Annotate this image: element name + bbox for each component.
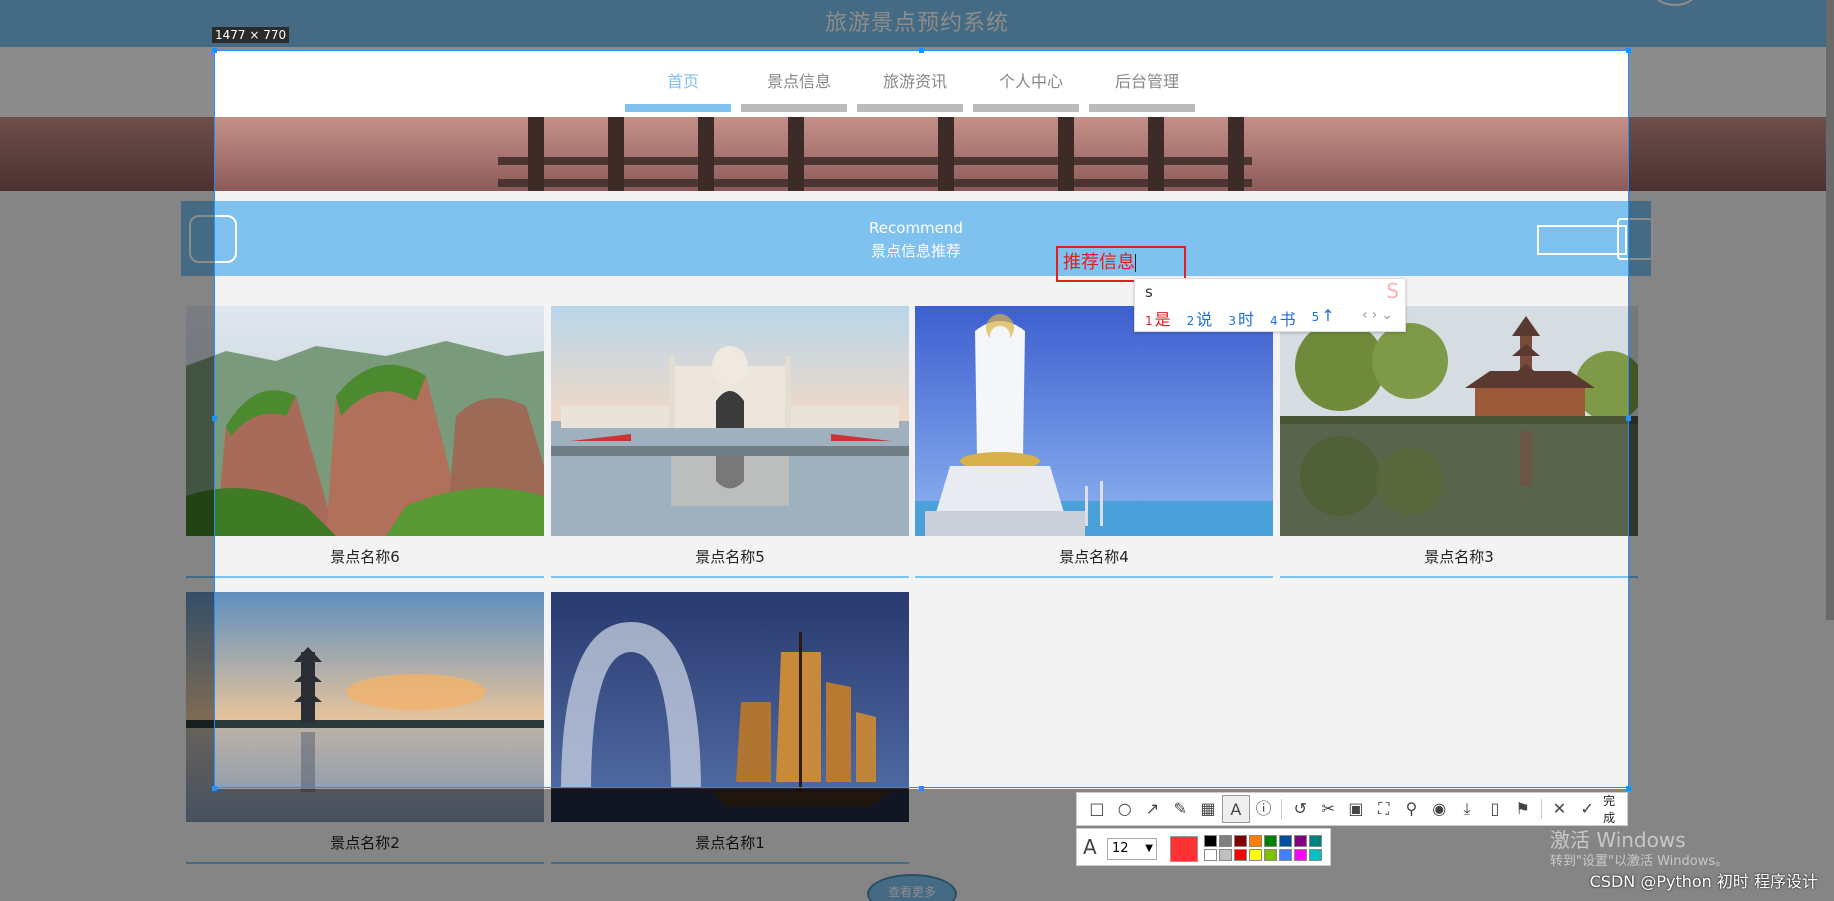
download-icon[interactable]: ⤓ <box>1453 795 1481 823</box>
resize-handle-se[interactable] <box>1626 786 1631 791</box>
resize-handle-n[interactable] <box>919 48 924 53</box>
ime-candidate[interactable]: 1是 <box>1145 306 1171 330</box>
color-swatch[interactable] <box>1234 835 1247 847</box>
text-caret <box>1135 254 1136 272</box>
resize-handle-e[interactable] <box>1626 416 1631 421</box>
serial-number-icon[interactable]: ⓘ <box>1250 795 1278 823</box>
text-properties-panel: A 12 ▼ <box>1076 828 1331 866</box>
ellipse-icon[interactable]: ○ <box>1111 795 1139 823</box>
color-swatch[interactable] <box>1204 835 1217 847</box>
ime-composition: s <box>1145 283 1153 301</box>
ime-candidates: 1是 2说 3时 4书 5 ↑ <box>1145 306 1335 330</box>
csdn-watermark: CSDN @Python 初时 程序设计 <box>1589 872 1818 891</box>
ime-candidate[interactable]: 5 ↑ <box>1312 306 1335 330</box>
capture-size-label: 1477 × 770 <box>212 27 290 43</box>
resize-handle-sw[interactable] <box>212 786 217 791</box>
ime-candidate[interactable]: 4书 <box>1270 306 1296 330</box>
toolbar-divider <box>1540 799 1542 819</box>
text-icon[interactable]: A <box>1221 795 1250 823</box>
resize-handle-nw[interactable] <box>212 48 217 53</box>
record-icon[interactable]: ◉ <box>1425 795 1453 823</box>
dim-overlay-right <box>1629 50 1834 789</box>
long-screenshot-icon[interactable]: ▯ <box>1481 795 1509 823</box>
color-palette <box>1204 835 1322 861</box>
pen-icon[interactable]: ✎ <box>1166 795 1194 823</box>
color-swatch[interactable] <box>1204 849 1217 861</box>
ocr-icon[interactable]: ▣ <box>1342 795 1370 823</box>
ime-logo-icon: S <box>1386 279 1399 303</box>
done-button[interactable]: 完成 <box>1603 792 1627 826</box>
current-color-swatch[interactable] <box>1170 836 1198 862</box>
font-icon: A <box>1083 835 1097 859</box>
color-swatch[interactable] <box>1309 849 1322 861</box>
ime-page-nav-icon[interactable]: ‹›⌄ <box>1362 307 1397 323</box>
color-swatch[interactable] <box>1294 835 1307 847</box>
undo-icon[interactable]: ↺ <box>1286 795 1314 823</box>
windows-activation-title: 激活 Windows <box>1550 828 1686 852</box>
text-annotation-content: 推荐信息 <box>1063 252 1135 273</box>
resize-handle-ne[interactable] <box>1626 48 1631 53</box>
color-swatch[interactable] <box>1219 835 1232 847</box>
arrow-icon[interactable]: ↗ <box>1139 795 1167 823</box>
ime-candidate-window: s S 1是 2说 3时 4书 5 ↑ ‹›⌄ <box>1134 278 1406 332</box>
cut-icon[interactable]: ✂ <box>1314 795 1342 823</box>
color-swatch[interactable] <box>1264 849 1277 861</box>
color-swatch[interactable] <box>1219 849 1232 861</box>
chevron-down-icon: ▼ <box>1145 843 1153 854</box>
font-size-select[interactable]: 12 ▼ <box>1107 838 1157 860</box>
dim-overlay-left <box>0 50 214 789</box>
check-icon[interactable]: ✓ <box>1573 795 1601 823</box>
text-annotation-box[interactable]: 推荐信息 <box>1056 246 1186 282</box>
bookmark-icon[interactable]: ⚑ <box>1509 795 1537 823</box>
scroll-capture-icon[interactable]: ⛶ <box>1370 795 1398 823</box>
color-swatch[interactable] <box>1249 835 1262 847</box>
windows-activation-subtitle: 转到"设置"以激活 Windows。 <box>1550 854 1729 869</box>
capture-toolbar: □ ○ ↗ ✎ ▦ A ⓘ ↺ ✂ ▣ ⛶ ⚲ ◉ ⤓ ▯ ⚑ ✕ ✓ 完成 <box>1076 792 1628 826</box>
color-swatch[interactable] <box>1264 835 1277 847</box>
color-swatch[interactable] <box>1234 849 1247 861</box>
color-swatch[interactable] <box>1279 835 1292 847</box>
mosaic-icon[interactable]: ▦ <box>1194 795 1222 823</box>
ime-candidate[interactable]: 2说 <box>1187 306 1213 330</box>
color-swatch[interactable] <box>1249 849 1262 861</box>
close-icon[interactable]: ✕ <box>1546 795 1574 823</box>
color-swatch[interactable] <box>1279 849 1292 861</box>
ime-candidate[interactable]: 3时 <box>1228 306 1254 330</box>
rectangle-icon[interactable]: □ <box>1083 795 1111 823</box>
capture-selection[interactable] <box>214 50 1629 788</box>
toolbar-divider <box>1281 799 1283 819</box>
color-swatch[interactable] <box>1294 849 1307 861</box>
resize-handle-s[interactable] <box>919 786 924 791</box>
resize-handle-w[interactable] <box>212 416 217 421</box>
pin-icon[interactable]: ⚲ <box>1398 795 1426 823</box>
color-swatch[interactable] <box>1309 835 1322 847</box>
